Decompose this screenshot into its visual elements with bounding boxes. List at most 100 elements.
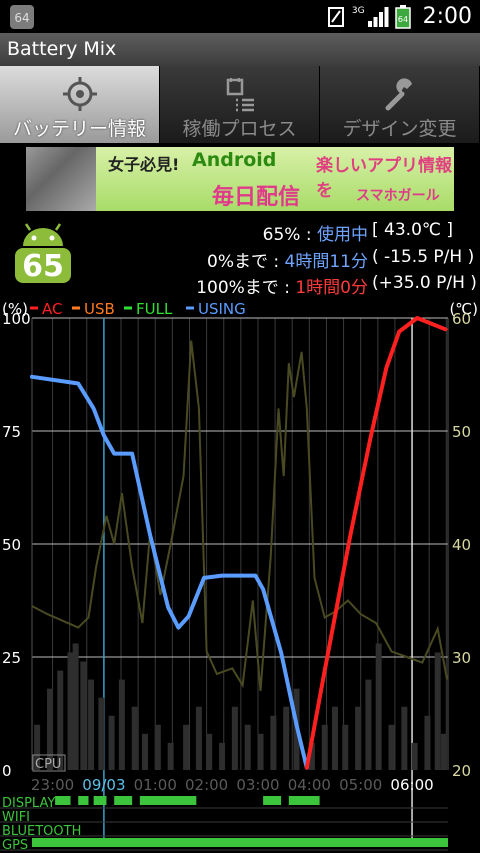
x-tick: 06:00 <box>390 776 433 794</box>
cpu-bar <box>270 715 277 770</box>
status-bar: 64 3G 64 2:00 <box>0 0 480 33</box>
x-tick: 02:00 <box>185 776 228 794</box>
x-tick: 04:00 <box>288 776 331 794</box>
y-tick-right: 30 <box>452 649 471 667</box>
process-list-icon <box>226 78 254 112</box>
cpu-bar <box>365 679 372 770</box>
state-row-label: DISPLAY <box>2 796 55 811</box>
y-tick-right: 40 <box>452 536 471 554</box>
ad-banner[interactable]: 女子必見! Android 楽しいアプリ情報を 毎日配信 スマホガール <box>26 147 454 211</box>
time-to-full: 1時間0分 <box>295 278 368 298</box>
cpu-bar <box>424 715 431 770</box>
y-tick-right: 20 <box>452 762 471 780</box>
y-tick-right: 60 <box>452 310 471 328</box>
state-row-label: GPS <box>2 838 28 853</box>
state-segment-display <box>55 796 71 805</box>
sim-card-icon <box>327 6 344 27</box>
cpu-bar <box>206 733 213 770</box>
x-tick: 23:00 <box>31 776 74 794</box>
time-to-full-row: 100%まで : 1時間0分 <box>0 273 368 298</box>
cpu-bar <box>72 643 79 770</box>
battery-info: 65% : 使用中 [ 43.0℃ ] 0%まで : 4時間11分 ( -15.… <box>0 216 480 298</box>
legend-item: FULL <box>136 300 173 318</box>
tab-label: 稼働プロセス <box>182 118 297 140</box>
signal-strength-icon <box>367 6 389 27</box>
tab-design-change[interactable]: デザイン変更 <box>320 66 480 143</box>
banner-text-1: 女子必見! <box>108 155 180 174</box>
x-tick: 03:00 <box>236 776 279 794</box>
banner-cat-image <box>26 147 96 211</box>
cpu-bar <box>108 715 115 770</box>
cpu-bar <box>154 724 161 770</box>
title-bar: Battery Mix <box>0 33 480 66</box>
legend-item: USING <box>198 300 246 318</box>
cpu-bar <box>67 652 74 770</box>
cpu-bar <box>388 724 395 770</box>
cpu-bar <box>257 733 264 770</box>
battery-state: 使用中 <box>317 225 368 245</box>
charge-rate: (+35.0 P/H ) <box>372 273 477 293</box>
wrench-icon <box>385 78 412 111</box>
banner-text-5: スマホガール <box>356 188 440 204</box>
cpu-bar <box>434 652 441 770</box>
y-tick-left: 50 <box>2 536 21 554</box>
cpu-bar <box>244 724 251 770</box>
legend-item: AC <box>42 300 62 318</box>
crosshair-icon <box>62 77 97 111</box>
separator: : <box>278 278 296 298</box>
cpu-bar <box>321 724 328 770</box>
state-row-label: BLUETOOTH <box>2 824 81 839</box>
legend-item: USB <box>84 300 115 318</box>
battery-level-text: 64 <box>398 15 408 24</box>
tab-label: バッテリー情報 <box>12 118 146 140</box>
state-segment-gps <box>32 838 448 847</box>
cpu-bar <box>375 643 382 770</box>
cpu-bar <box>131 706 138 770</box>
cpu-bar <box>98 697 105 770</box>
discharge-rate: ( -15.5 P/H ) <box>372 247 475 267</box>
tab-battery-info[interactable]: バッテリー情報 <box>0 66 160 143</box>
y-tick-right: 50 <box>452 423 471 441</box>
battery-history-chart: (%) (℃)AC USB FULL USING10075502506050403020… <box>0 300 478 853</box>
app-title: Battery Mix <box>7 38 117 60</box>
state-segment-display <box>93 796 107 805</box>
battery-status-icon: 64 <box>394 4 411 29</box>
cpu-bar <box>401 706 408 770</box>
app-notification-icon: 64 <box>10 5 34 29</box>
y-tick-left: 75 <box>2 423 21 441</box>
state-segment-display <box>78 796 89 805</box>
cpu-label: CPU <box>35 757 61 772</box>
time-to-full-label: 100%まで <box>196 278 279 298</box>
battery-temperature: [ 43.0℃ ] <box>372 220 454 240</box>
cpu-bar <box>118 679 125 770</box>
tab-bar: バッテリー情報 稼働プロセス デザイン変更 <box>0 66 480 143</box>
tab-label: デザイン変更 <box>342 118 457 140</box>
state-segment-display <box>114 796 133 805</box>
cpu-bar <box>355 706 362 770</box>
cpu-bar <box>440 733 447 770</box>
tab-running-processes[interactable]: 稼働プロセス <box>160 66 320 143</box>
cpu-bar <box>231 706 238 770</box>
battery-percent: 65% <box>262 225 301 245</box>
state-segment-display <box>263 796 282 805</box>
x-tick: 09/03 <box>82 776 125 794</box>
cpu-bar <box>167 742 174 770</box>
state-segment-display <box>139 796 197 805</box>
cpu-bar <box>88 679 95 770</box>
banner-text-4: 毎日配信 <box>212 185 301 210</box>
cpu-bar <box>80 661 87 770</box>
network-type-label: 3G <box>351 6 365 16</box>
cpu-bar <box>219 742 226 770</box>
temperature-line <box>31 340 448 691</box>
state-segment-display <box>288 796 320 805</box>
cpu-bar <box>141 733 148 770</box>
time-to-empty-row: 0%まで : 4時間11分 <box>0 247 368 272</box>
cpu-bar <box>342 724 349 770</box>
banner-text-2: Android <box>192 149 277 171</box>
cpu-bar <box>183 724 190 770</box>
time-to-empty-label: 0%まで <box>207 252 268 272</box>
x-tick: 05:00 <box>339 776 382 794</box>
cpu-bar <box>195 706 202 770</box>
y-tick-left: 0 <box>2 762 12 780</box>
battery-status-row: 65% : 使用中 <box>0 220 368 245</box>
